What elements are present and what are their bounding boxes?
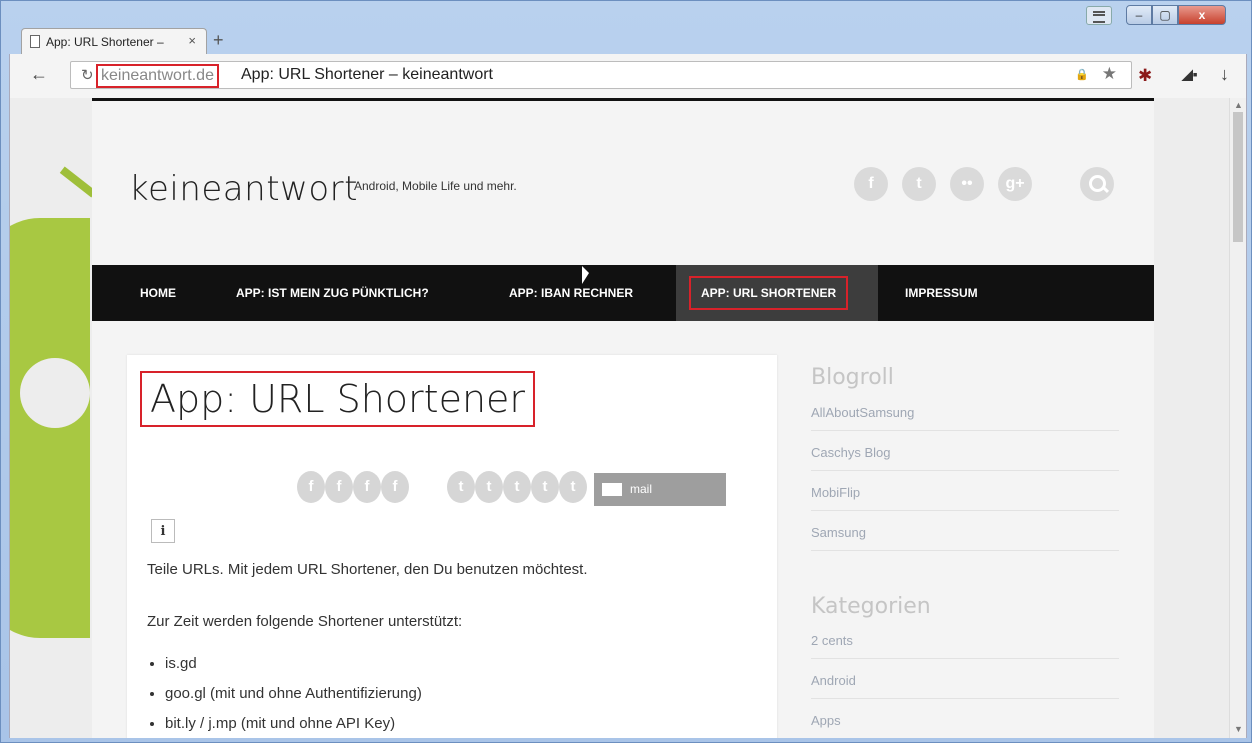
- blogroll-link[interactable]: MobiFlip: [811, 485, 1119, 511]
- share-facebook-icon[interactable]: f: [297, 471, 325, 503]
- extension-icon[interactable]: ◢▪: [1182, 66, 1198, 83]
- tab-title: App: URL Shortener –: [46, 35, 164, 49]
- browser-toolbar: ← ↻ keineantwort.de App: URL Shortener –…: [9, 54, 1247, 98]
- nav-item-url-shortener[interactable]: APP: URL SHORTENER: [676, 265, 878, 321]
- share-facebook-icon[interactable]: f: [353, 471, 381, 503]
- address-bar[interactable]: ↻ keineantwort.de App: URL Shortener – k…: [70, 61, 1132, 89]
- post-intro: Teile URLs. Mit jedem URL Shortener, den…: [147, 561, 588, 578]
- vertical-scrollbar[interactable]: ▲ ▼: [1229, 98, 1246, 738]
- page-viewport: keineantwort Android, Mobile Life und me…: [9, 98, 1247, 738]
- share-facebook-icon[interactable]: f: [381, 471, 409, 503]
- shortener-list: is.gd goo.gl (mit und ohne Authentifizie…: [147, 655, 422, 738]
- blogroll-link[interactable]: AllAboutSamsung: [811, 405, 1119, 431]
- lock-icon[interactable]: 🔒: [1075, 68, 1089, 81]
- info-icon[interactable]: i: [151, 519, 175, 543]
- new-tab-button[interactable]: +: [213, 30, 224, 51]
- android-background-image: [10, 218, 90, 638]
- share-twitter-icon[interactable]: t: [475, 471, 503, 503]
- bookmark-star-icon[interactable]: ★: [1102, 64, 1117, 84]
- category-link[interactable]: Apps: [811, 713, 1119, 738]
- list-item: goo.gl (mit und ohne Authentifizierung): [165, 685, 422, 702]
- reload-icon[interactable]: ↻: [81, 66, 94, 84]
- twitter-icon[interactable]: t: [902, 167, 936, 201]
- browser-menu-button[interactable]: [1086, 6, 1112, 25]
- android-background-cutout: [20, 358, 90, 428]
- document-icon: [30, 35, 40, 48]
- browser-tab[interactable]: App: URL Shortener – ×: [21, 28, 207, 54]
- hamburger-icon: [1093, 11, 1105, 23]
- categories-heading: Kategorien: [811, 594, 931, 619]
- list-item: is.gd: [165, 655, 422, 672]
- category-link[interactable]: 2 cents: [811, 633, 1119, 659]
- site-container: keineantwort Android, Mobile Life und me…: [92, 98, 1154, 738]
- scroll-up-icon[interactable]: ▲: [1234, 100, 1243, 110]
- nav-item-home[interactable]: HOME: [140, 265, 176, 321]
- mail-label: mail: [630, 482, 653, 496]
- main-navigation: HOME APP: IST MEIN ZUG PÜNKTLICH? APP: I…: [92, 265, 1154, 321]
- back-icon[interactable]: ←: [30, 64, 48, 85]
- share-twitter-icon[interactable]: t: [503, 471, 531, 503]
- share-twitter-icon[interactable]: t: [447, 471, 475, 503]
- site-tagline: Android, Mobile Life und mehr.: [354, 179, 517, 193]
- url-domain[interactable]: keineantwort.de: [96, 64, 219, 88]
- blogroll-link[interactable]: Samsung: [811, 525, 1119, 551]
- share-twitter-icon[interactable]: t: [559, 471, 587, 503]
- post-supported-heading: Zur Zeit werden folgende Shortener unter…: [147, 613, 463, 630]
- blogroll-link[interactable]: Caschys Blog: [811, 445, 1119, 471]
- window-minimize-button[interactable]: –: [1126, 5, 1152, 25]
- share-twitter-icon[interactable]: t: [531, 471, 559, 503]
- flickr-icon[interactable]: ••: [950, 167, 984, 201]
- share-facebook-icon[interactable]: f: [325, 471, 353, 503]
- nav-item-zug[interactable]: APP: IST MEIN ZUG PÜNKTLICH?: [236, 265, 429, 321]
- envelope-icon: [602, 483, 622, 496]
- googleplus-icon[interactable]: g+: [998, 167, 1032, 201]
- site-logo[interactable]: keineantwort: [129, 169, 358, 209]
- tab-close-icon[interactable]: ×: [188, 33, 196, 48]
- download-icon[interactable]: ↓: [1220, 64, 1229, 85]
- window-close-button[interactable]: x: [1178, 5, 1226, 25]
- post-title: App: URL Shortener: [140, 371, 536, 427]
- android-background-arm: [59, 166, 97, 198]
- share-mail-button[interactable]: mail: [594, 473, 726, 506]
- nav-item-label: APP: URL SHORTENER: [689, 276, 849, 310]
- url-page-title[interactable]: App: URL Shortener – keineantwort: [241, 66, 493, 84]
- browser-window: App: URL Shortener – × + – ▢ x ← ↻ keine…: [0, 0, 1252, 743]
- search-icon[interactable]: [1080, 167, 1114, 201]
- nav-item-iban[interactable]: APP: IBAN RECHNER: [509, 265, 633, 321]
- category-link[interactable]: Android: [811, 673, 1119, 699]
- blogroll-heading: Blogroll: [811, 365, 894, 390]
- post-card: App: URL Shortener f f f f t t t t t mai…: [127, 355, 777, 738]
- list-item: bit.ly / j.mp (mit und ohne API Key): [165, 715, 422, 732]
- facebook-icon[interactable]: f: [854, 167, 888, 201]
- mouse-cursor: [582, 266, 589, 284]
- window-maximize-button[interactable]: ▢: [1152, 5, 1178, 25]
- ladybug-extension-icon[interactable]: ✱: [1138, 66, 1152, 86]
- nav-item-impressum[interactable]: IMPRESSUM: [905, 265, 978, 321]
- scroll-down-icon[interactable]: ▼: [1234, 724, 1243, 734]
- scrollbar-thumb[interactable]: [1233, 112, 1243, 242]
